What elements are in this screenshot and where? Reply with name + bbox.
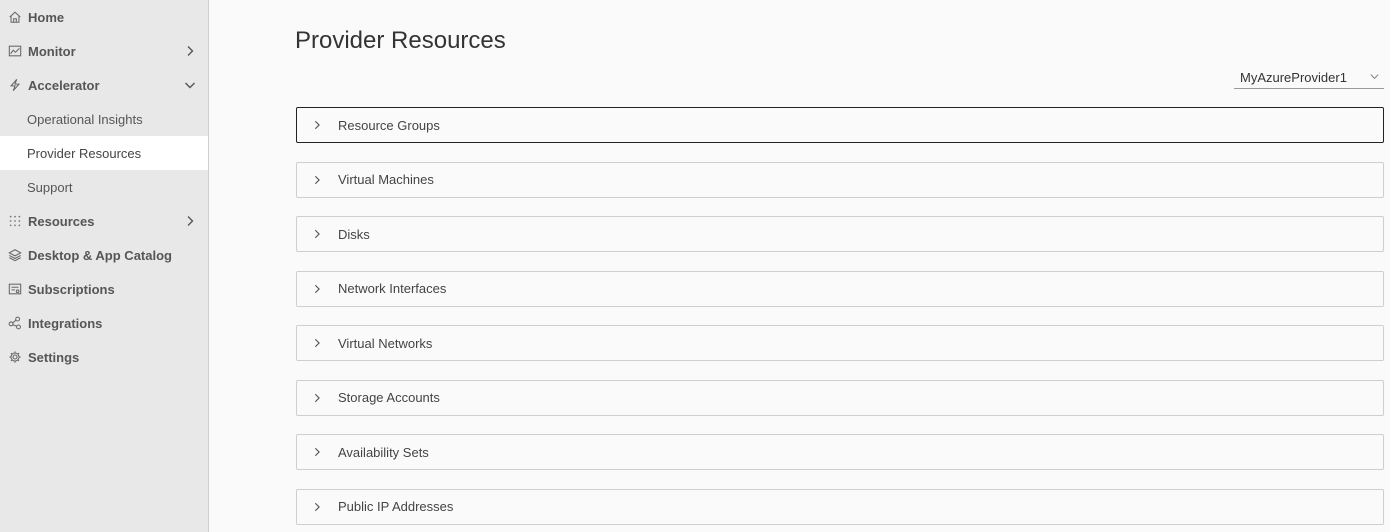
panel-availability-sets[interactable]: Availability Sets	[296, 434, 1384, 470]
panel-label: Availability Sets	[338, 444, 429, 460]
panel-storage-accounts[interactable]: Storage Accounts	[296, 379, 1384, 416]
chevron-right-icon	[311, 228, 323, 240]
subscriptions-icon	[8, 282, 22, 296]
panel-network-interfaces[interactable]: Network Interfaces	[296, 270, 1384, 307]
lightning-icon	[8, 78, 22, 92]
provider-select[interactable]: MyAzureProvider1	[1234, 66, 1384, 89]
chevron-right-icon	[311, 392, 323, 404]
sidebar-item-label: Subscriptions	[28, 281, 115, 297]
sidebar-item-label: Monitor	[28, 43, 76, 59]
sidebar-subitem-operational-insights[interactable]: Operational Insights	[0, 102, 208, 136]
sidebar: Home Monitor Accelerator Operational Ins…	[0, 0, 209, 532]
sidebar-item-home[interactable]: Home	[0, 0, 208, 34]
panel-label: Public IP Addresses	[338, 499, 454, 514]
grid-icon	[8, 214, 22, 228]
panel-disks[interactable]: Disks	[296, 216, 1384, 252]
chevron-right-icon	[184, 215, 196, 227]
sidebar-item-label: Integrations	[28, 315, 103, 331]
sidebar-item-label: Desktop & App Catalog	[28, 247, 172, 263]
panel-virtual-networks[interactable]: Virtual Networks	[296, 325, 1384, 361]
sidebar-subitem-support[interactable]: Support	[0, 170, 208, 204]
gear-icon	[8, 350, 22, 364]
app-root: Home Monitor Accelerator Operational Ins…	[0, 0, 1390, 532]
sidebar-item-subscriptions[interactable]: Subscriptions	[0, 272, 208, 306]
integrations-icon	[8, 316, 22, 330]
panel-label: Network Interfaces	[338, 281, 447, 296]
chevron-right-icon	[311, 119, 323, 131]
panel-public-ip-addresses[interactable]: Public IP Addresses	[296, 488, 1384, 525]
sidebar-item-desktop-app-catalog[interactable]: Desktop & App Catalog	[0, 238, 208, 272]
sidebar-item-accelerator[interactable]: Accelerator	[0, 68, 208, 102]
panel-label: Storage Accounts	[338, 390, 440, 405]
provider-select-value: MyAzureProvider1	[1240, 69, 1347, 85]
panel-virtual-machines[interactable]: Virtual Machines	[296, 161, 1384, 198]
chevron-right-icon	[311, 446, 323, 458]
page-title: Provider Resources	[295, 27, 506, 54]
panel-label: Disks	[338, 226, 370, 242]
main-content: Provider Resources MyAzureProvider1 Reso…	[209, 0, 1390, 532]
chevron-right-icon	[311, 337, 323, 349]
sidebar-item-label: Accelerator	[28, 77, 100, 93]
sidebar-subitem-provider-resources[interactable]: Provider Resources	[0, 136, 208, 170]
layers-icon	[8, 248, 22, 262]
chevron-right-icon	[311, 174, 323, 186]
chevron-right-icon	[184, 45, 196, 57]
sidebar-item-label: Support	[27, 179, 73, 195]
sidebar-item-label: Operational Insights	[27, 111, 143, 127]
sidebar-item-monitor[interactable]: Monitor	[0, 34, 208, 68]
panel-resource-groups[interactable]: Resource Groups	[296, 107, 1384, 143]
chevron-down-icon	[1369, 70, 1380, 85]
sidebar-item-label: Settings	[28, 349, 80, 365]
monitor-icon	[8, 44, 22, 58]
panel-label: Resource Groups	[338, 117, 440, 133]
panel-label: Virtual Networks	[338, 335, 433, 351]
sidebar-item-label: Home	[28, 9, 65, 25]
sidebar-item-label: Provider Resources	[27, 145, 142, 161]
panel-label: Virtual Machines	[338, 172, 434, 187]
chevron-right-icon	[311, 501, 323, 513]
home-icon	[8, 10, 22, 24]
sidebar-item-settings[interactable]: Settings	[0, 340, 208, 374]
sidebar-item-resources[interactable]: Resources	[0, 204, 208, 238]
sidebar-item-label: Resources	[28, 213, 95, 229]
sidebar-item-integrations[interactable]: Integrations	[0, 306, 208, 340]
chevron-down-icon	[184, 79, 196, 91]
chevron-right-icon	[311, 283, 323, 295]
accordion-list: Resource Groups Virtual Machines Disks N…	[296, 107, 1384, 532]
